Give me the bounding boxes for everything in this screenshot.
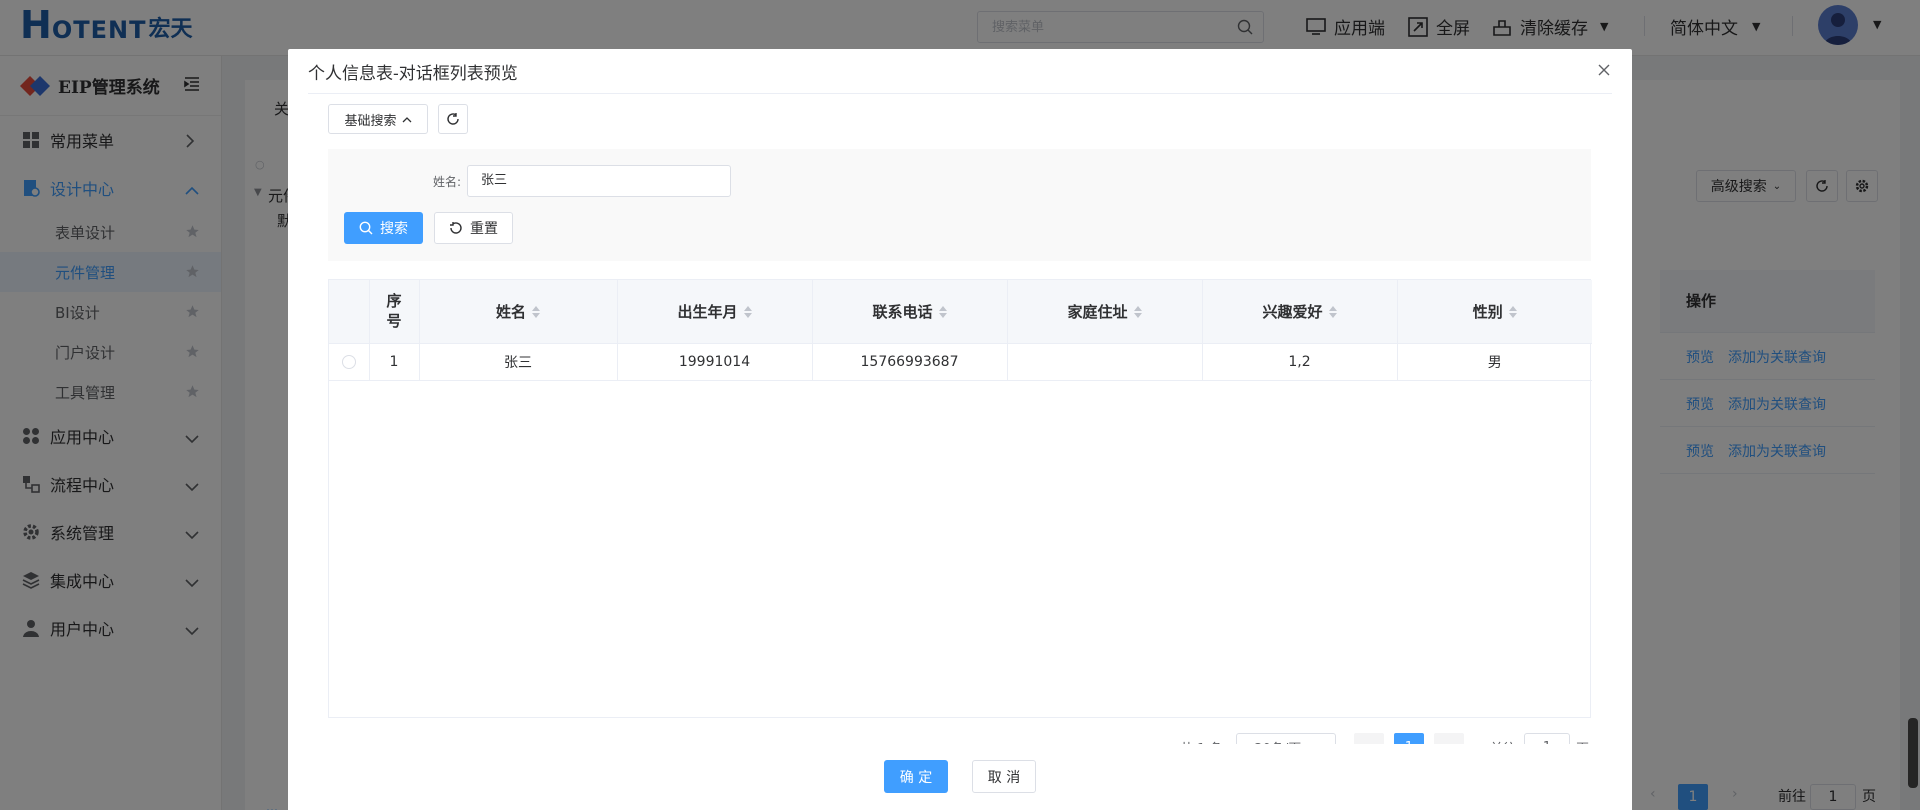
column-header-birth[interactable]: 出生年月 (617, 280, 813, 344)
header-label: 联系电话 (872, 302, 933, 321)
header-label: 姓名 (495, 302, 526, 321)
sort-icon[interactable] (1508, 306, 1517, 319)
basic-search-label: 基础搜索 (344, 113, 397, 129)
dialog-refresh-button[interactable] (438, 104, 468, 134)
data-table: 序号 姓名 出生年月 联系电话 家庭住址 兴趣爱好 性别 1 张三 199910… (328, 279, 1592, 718)
chevron-up-icon (402, 116, 411, 122)
name-field-label: 姓名: (433, 175, 462, 189)
column-header-name[interactable]: 姓名 (419, 280, 618, 344)
cancel-button[interactable]: 取 消 (972, 760, 1036, 793)
cell-birth: 19991014 (617, 343, 813, 381)
column-header-gender[interactable]: 性别 (1397, 280, 1592, 344)
sort-icon[interactable] (743, 306, 752, 319)
row-select-cell (329, 343, 370, 381)
table-header-row: 序号 姓名 出生年月 联系电话 家庭住址 兴趣爱好 性别 (329, 280, 1592, 344)
sort-icon[interactable] (938, 306, 947, 319)
header-label: 序号 (386, 292, 402, 331)
header-label: 性别 (1472, 302, 1503, 321)
reset-button[interactable]: 重置 (434, 212, 513, 244)
select-column-header (329, 280, 370, 344)
name-input[interactable]: 张三 (467, 165, 731, 197)
column-header-phone[interactable]: 联系电话 (812, 280, 1008, 344)
table-row[interactable]: 1 张三 19991014 15766993687 1,2 男 (329, 343, 1592, 381)
confirm-button[interactable]: 确 定 (884, 760, 948, 793)
search-button-label: 搜索 (380, 221, 408, 237)
dialog-title: 个人信息表-对话框列表预览 (308, 64, 518, 84)
search-panel: 姓名: 张三 搜索 重置 (328, 149, 1591, 261)
search-button[interactable]: 搜索 (344, 212, 423, 244)
reset-icon (450, 222, 462, 234)
sort-icon[interactable] (1133, 306, 1142, 319)
refresh-icon (447, 113, 459, 125)
preview-dialog: 个人信息表-对话框列表预览 基础搜索 姓名: 张三 搜索 重置 序号 姓名 出生… (288, 49, 1632, 810)
cell-index: 1 (369, 343, 420, 381)
reset-button-label: 重置 (470, 221, 498, 237)
dialog-footer (288, 744, 1632, 810)
search-icon (359, 221, 373, 235)
cell-phone: 15766993687 (812, 343, 1008, 381)
cell-address (1007, 343, 1203, 381)
sort-icon[interactable] (1328, 306, 1337, 319)
header-label: 出生年月 (677, 302, 738, 321)
column-header-hobby[interactable]: 兴趣爱好 (1202, 280, 1398, 344)
column-header-address[interactable]: 家庭住址 (1007, 280, 1203, 344)
cell-hobby: 1,2 (1202, 343, 1398, 381)
header-label: 兴趣爱好 (1262, 302, 1323, 321)
cell-gender: 男 (1397, 343, 1592, 381)
column-header-index: 序号 (369, 280, 420, 344)
sort-icon[interactable] (532, 306, 540, 319)
cell-name: 张三 (419, 343, 618, 381)
header-label: 家庭住址 (1067, 302, 1128, 321)
dialog-divider (308, 93, 1612, 94)
close-icon[interactable] (1598, 64, 1610, 80)
basic-search-toggle[interactable]: 基础搜索 (328, 104, 428, 134)
row-radio[interactable] (341, 354, 356, 369)
